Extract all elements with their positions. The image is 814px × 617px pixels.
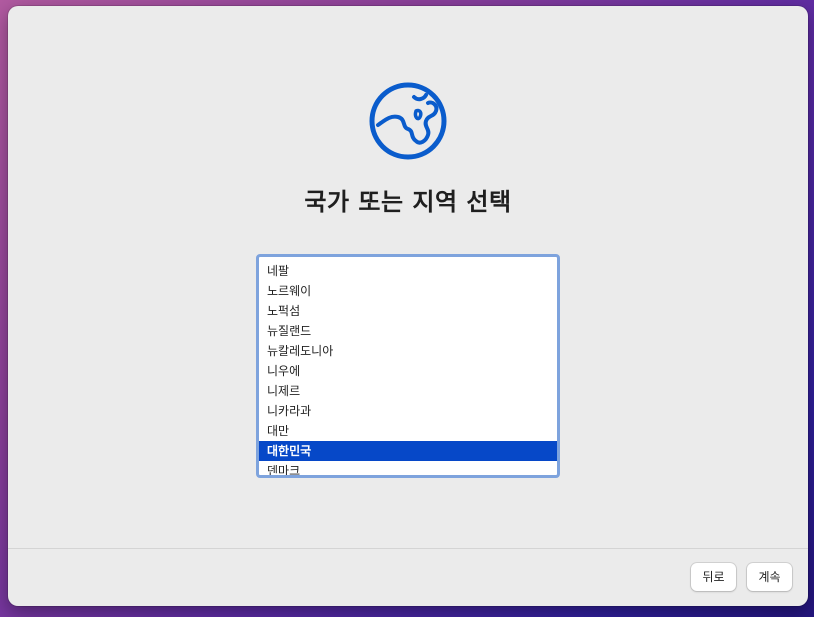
continue-button[interactable]: 계속 — [747, 563, 792, 591]
list-item[interactable]: 노르웨이 — [259, 281, 557, 301]
page-title: 국가 또는 지역 선택 — [304, 188, 512, 216]
list-item[interactable]: 네덜란드령 카리브 — [259, 257, 557, 261]
list-item[interactable]: 니카라과 — [259, 401, 557, 421]
list-item[interactable]: 네팔 — [259, 261, 557, 281]
footer-divider — [8, 548, 808, 549]
list-item[interactable]: 노퍽섬 — [259, 301, 557, 321]
list-item[interactable]: 덴마크 — [259, 461, 557, 475]
list-item[interactable]: 뉴칼레도니아 — [259, 341, 557, 361]
list-item[interactable]: 니우에 — [259, 361, 557, 381]
country-list-scroll-area[interactable]: 네덜란드령 카리브네팔노르웨이노퍽섬뉴질랜드뉴칼레도니아니우에니제르니카라과대만… — [259, 257, 557, 475]
back-button[interactable]: 뒤로 — [691, 563, 736, 591]
list-item[interactable]: 니제르 — [259, 381, 557, 401]
country-region-list[interactable]: 네덜란드령 카리브네팔노르웨이노퍽섬뉴질랜드뉴칼레도니아니우에니제르니카라과대만… — [256, 254, 560, 478]
globe-icon — [369, 82, 447, 160]
list-item[interactable]: 뉴질랜드 — [259, 321, 557, 341]
list-item-selected[interactable]: 대한민국 — [259, 441, 557, 461]
list-item[interactable]: 대만 — [259, 421, 557, 441]
setup-window: 국가 또는 지역 선택 네덜란드령 카리브네팔노르웨이노퍽섬뉴질랜드뉴칼레도니아… — [8, 6, 808, 606]
